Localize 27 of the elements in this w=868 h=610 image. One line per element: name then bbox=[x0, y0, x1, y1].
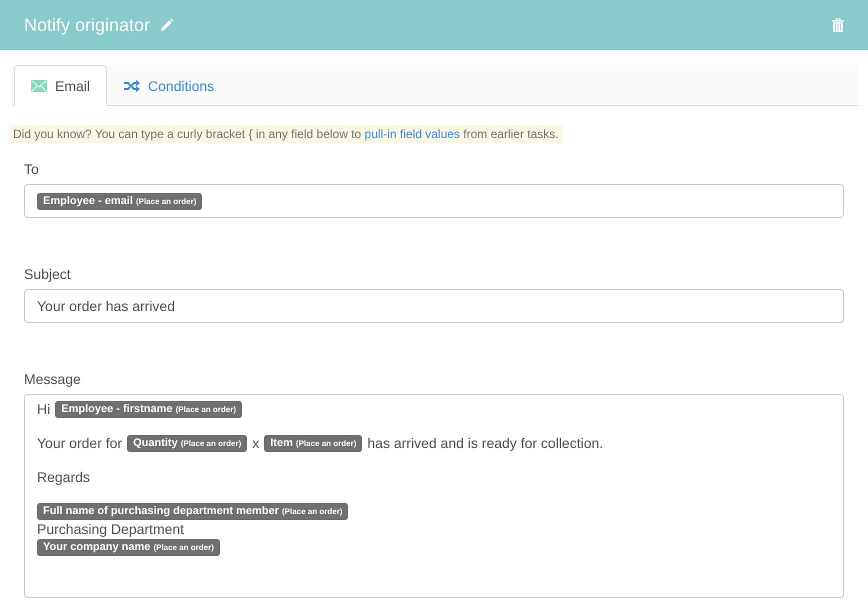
message-field[interactable] bbox=[24, 394, 844, 598]
field-label: Subject bbox=[24, 266, 71, 282]
envelope-icon bbox=[31, 80, 47, 92]
message-text: has arrived and is ready for collection. bbox=[367, 435, 604, 451]
message-text: Regards bbox=[37, 469, 90, 485]
field-tag: Employee - email (Place an order) bbox=[37, 192, 202, 210]
tab[interactable]: Email bbox=[14, 65, 108, 106]
message-text: Hi bbox=[37, 401, 50, 417]
message-text: Your order for bbox=[37, 435, 122, 451]
delete-icon[interactable] bbox=[832, 18, 844, 32]
subject-field[interactable]: Your order has arrived bbox=[24, 289, 844, 323]
edit-icon[interactable] bbox=[160, 18, 174, 32]
shuffle-icon bbox=[124, 80, 140, 92]
task-title: Notify originator bbox=[24, 14, 150, 36]
field-tag: Employee - firstname (Place an order) bbox=[55, 400, 242, 418]
field-values-link[interactable]: pull-in field values bbox=[364, 127, 460, 141]
field-label: Message bbox=[24, 371, 81, 387]
tab[interactable]: Conditions bbox=[107, 65, 232, 106]
to-field[interactable]: Employee - email (Place an order) bbox=[24, 184, 844, 218]
field-label: To bbox=[24, 161, 39, 177]
hint-text: Did you know? You can type a curly bracket { in any field below to pull-in field values from earlier tasks. bbox=[10, 125, 562, 143]
field-tag: Quantity (Place an order) bbox=[127, 434, 248, 452]
field-tag: Your company name (Place an order) bbox=[37, 538, 220, 556]
message-text: Purchasing Department bbox=[37, 521, 184, 537]
field-tag: Item (Place an order) bbox=[264, 434, 362, 452]
field-tag: Full name of purchasing department member (Place an order) bbox=[37, 502, 348, 520]
message-text: x bbox=[252, 435, 260, 451]
